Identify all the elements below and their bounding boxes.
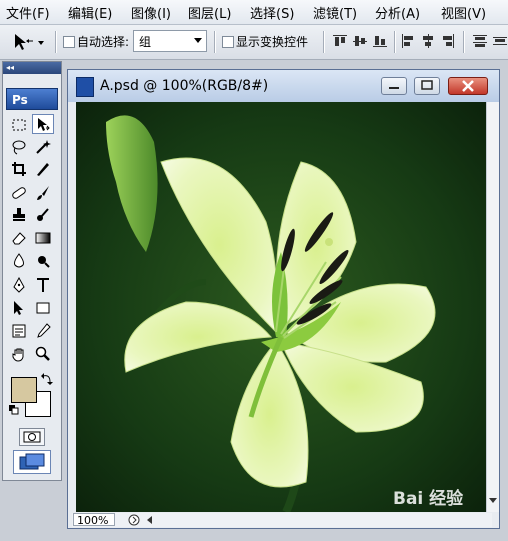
- gradient-tool[interactable]: [32, 228, 54, 248]
- menu-view[interactable]: 视图(V): [441, 3, 486, 22]
- screen-mode-button[interactable]: [13, 450, 51, 474]
- baidu-jingyan-watermark: Bai 经验: [393, 489, 464, 509]
- auto-select-dropdown[interactable]: 组: [133, 30, 207, 52]
- options-bar: 自动选择: 组 显示变换控件: [0, 25, 508, 60]
- menu-filter[interactable]: 滤镜(T): [313, 3, 357, 22]
- zoom-tool[interactable]: [32, 344, 54, 364]
- menu-file[interactable]: 文件(F): [6, 3, 50, 22]
- healing-brush-tool[interactable]: [8, 183, 30, 203]
- menu-select[interactable]: 选择(S): [250, 3, 294, 22]
- screen-mode-icon: [19, 453, 45, 470]
- close-button[interactable]: [448, 77, 488, 95]
- align-bottom-icon[interactable]: [372, 33, 388, 49]
- slice-tool[interactable]: [32, 159, 54, 179]
- hand-tool[interactable]: [8, 344, 30, 364]
- auto-select-value: 组: [139, 35, 152, 49]
- path-selection-tool[interactable]: [8, 298, 30, 318]
- history-brush-tool[interactable]: [32, 205, 54, 225]
- crop-tool[interactable]: [8, 159, 30, 179]
- align-left-icon[interactable]: [400, 33, 416, 49]
- menu-layer[interactable]: 图层(L): [188, 3, 231, 22]
- eyedropper-tool[interactable]: [32, 321, 54, 341]
- align-vertical-center-icon[interactable]: [352, 33, 368, 49]
- brush-tool[interactable]: [32, 183, 54, 203]
- tools-panel: ◂◂ Ps: [2, 61, 62, 481]
- align-horizontal-center-icon[interactable]: [420, 33, 436, 49]
- marquee-tool[interactable]: [8, 115, 30, 135]
- menu-image[interactable]: 图像(I): [131, 3, 171, 22]
- scroll-left-icon[interactable]: [146, 515, 154, 525]
- move-tool[interactable]: [32, 114, 54, 134]
- show-transform-checkbox[interactable]: [222, 36, 234, 48]
- blur-tool[interactable]: [8, 251, 30, 271]
- move-tool-preset-icon[interactable]: [12, 31, 48, 53]
- maximize-button[interactable]: [414, 77, 440, 95]
- align-top-icon[interactable]: [332, 33, 348, 49]
- document-window: A.psd @ 100%(RGB/8#) 100%: [67, 69, 500, 529]
- status-bar: 100%: [72, 513, 492, 527]
- lasso-tool[interactable]: [8, 137, 30, 157]
- photoshop-logo[interactable]: Ps: [6, 88, 58, 110]
- show-transform-label: 显示变换控件: [236, 35, 309, 49]
- type-tool[interactable]: [32, 275, 54, 295]
- eraser-tool[interactable]: [8, 228, 30, 248]
- rectangle-tool[interactable]: [32, 298, 54, 318]
- distribute-center-icon[interactable]: [492, 33, 508, 49]
- default-colors-icon[interactable]: [9, 405, 19, 415]
- auto-select-label: 自动选择:: [77, 35, 130, 49]
- clone-stamp-tool[interactable]: [8, 205, 30, 225]
- minimize-button[interactable]: [381, 77, 407, 95]
- tools-panel-collapse[interactable]: ◂◂: [3, 62, 61, 74]
- ps-document-icon: [76, 77, 94, 97]
- quick-mask-icon: [23, 431, 41, 443]
- document-titlebar[interactable]: A.psd @ 100%(RGB/8#): [68, 70, 499, 102]
- scroll-down-icon[interactable]: [489, 496, 497, 504]
- vertical-scrollbar[interactable]: [486, 102, 499, 512]
- document-title: A.psd @ 100%(RGB/8#): [100, 78, 269, 94]
- burn-tool[interactable]: [32, 251, 54, 271]
- menu-analysis[interactable]: 分析(A): [375, 3, 420, 22]
- lily-flower-image: [76, 102, 486, 512]
- zoom-level-field[interactable]: 100%: [73, 513, 115, 527]
- swap-colors-icon[interactable]: [41, 373, 53, 385]
- magic-wand-tool[interactable]: [32, 137, 54, 157]
- auto-select-checkbox[interactable]: [63, 36, 75, 48]
- status-info-icon[interactable]: [128, 514, 140, 526]
- quick-mask-mode[interactable]: [19, 428, 45, 446]
- chevron-down-icon: [194, 38, 202, 43]
- notes-tool[interactable]: [8, 321, 30, 341]
- menu-edit[interactable]: 编辑(E): [68, 3, 112, 22]
- distribute-top-icon[interactable]: [472, 33, 488, 49]
- align-right-icon[interactable]: [440, 33, 456, 49]
- menu-bar: 文件(F) 编辑(E) 图像(I) 图层(L) 选择(S) 滤镜(T) 分析(A…: [0, 0, 508, 25]
- image-canvas[interactable]: [76, 102, 486, 512]
- pen-tool[interactable]: [8, 275, 30, 295]
- foreground-color-swatch[interactable]: [11, 377, 37, 403]
